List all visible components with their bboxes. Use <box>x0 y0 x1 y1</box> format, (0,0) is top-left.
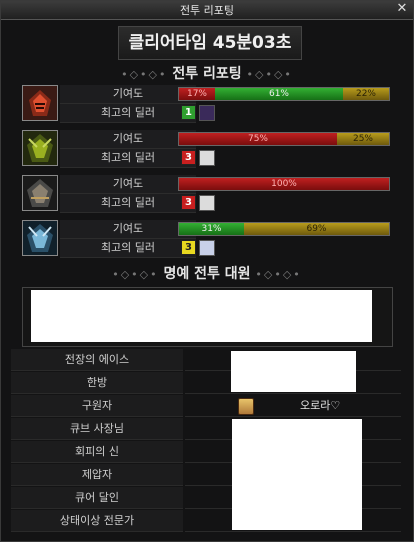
party-emblem-icon <box>22 85 58 121</box>
contribution-segment: 22% <box>343 88 389 100</box>
party-emblem-icon <box>22 220 58 256</box>
award-row: 구원자 오로라♡ <box>1 395 413 417</box>
award-name: 한방 <box>11 372 183 394</box>
contribution-segment: 61% <box>215 88 343 100</box>
dealer-avatar <box>199 105 215 121</box>
party-row-3: 기여도 최고의 딜러 100% 3 <box>22 175 395 213</box>
award-name: 제압자 <box>11 464 183 486</box>
report-title-text: 전투 리포팅 <box>172 66 242 82</box>
honor-title-text: 명예 전투 대원 <box>163 266 251 282</box>
best-dealer-label: 최고의 딜러 <box>60 104 196 123</box>
contribution-label: 기여도 <box>60 175 196 194</box>
award-name: 큐브 사장님 <box>11 418 183 440</box>
honor-section-title: •◇•◇• 명예 전투 대원 •◇•◇• <box>1 263 413 283</box>
dealer-rank-badge: 1 <box>181 105 196 120</box>
player-avatar <box>238 398 254 415</box>
contribution-label: 기여도 <box>60 220 196 239</box>
close-icon[interactable]: ✕ <box>395 1 409 17</box>
ornament-right-icon: •◇•◇• <box>246 68 293 81</box>
party-emblem-icon <box>22 130 58 166</box>
best-dealer-label: 최고의 딜러 <box>60 149 196 168</box>
dealer-avatar <box>199 150 215 166</box>
award-name: 구원자 <box>11 395 183 417</box>
ornament-right-icon: •◇•◇• <box>255 268 302 281</box>
player-name: 오로라♡ <box>300 399 341 412</box>
dealer-rank-badge: 3 <box>181 240 196 255</box>
award-name: 전장의 에이스 <box>11 349 183 371</box>
contribution-label: 기여도 <box>60 130 196 149</box>
contribution-bar: 100% <box>178 177 390 191</box>
contribution-segment: 100% <box>179 178 389 190</box>
contribution-label: 기여도 <box>60 85 196 104</box>
dealer-rank-badge: 3 <box>181 195 196 210</box>
honor-members-panel <box>22 287 393 347</box>
party-row-2: 기여도 최고의 딜러 75% 25% 3 <box>22 130 395 168</box>
report-section-title: •◇•◇• 전투 리포팅 •◇•◇• <box>1 63 413 83</box>
window-title: 전투 리포팅 <box>179 4 235 17</box>
contribution-segment: 69% <box>244 223 389 235</box>
battle-report-window: 전투 리포팅 ✕ 클리어타임 45분03초 •◇•◇• 전투 리포팅 •◇•◇•… <box>0 0 414 542</box>
dealer-avatar <box>199 195 215 211</box>
contribution-segment: 75% <box>179 133 337 145</box>
party-row-4: 기여도 최고의 딜러 31% 69% 3 <box>22 220 395 258</box>
ornament-left-icon: •◇•◇• <box>112 268 159 281</box>
contribution-bar: 31% 69% <box>178 222 390 236</box>
award-name: 상태이상 전문가 <box>11 510 183 532</box>
ornament-left-icon: •◇•◇• <box>121 68 168 81</box>
clear-time-banner: 클리어타임 45분03초 <box>118 26 302 60</box>
contribution-bar: 75% 25% <box>178 132 390 146</box>
award-name: 큐어 달인 <box>11 487 183 509</box>
contribution-segment: 17% <box>179 88 215 100</box>
contribution-segment: 25% <box>337 133 389 145</box>
redacted-area <box>31 290 372 342</box>
best-dealer-label: 최고의 딜러 <box>60 239 196 258</box>
best-dealer-label: 최고의 딜러 <box>60 194 196 213</box>
party-emblem-icon <box>22 175 58 211</box>
award-name: 회피의 신 <box>11 441 183 463</box>
redacted-area <box>232 419 362 530</box>
title-bar[interactable]: 전투 리포팅 ✕ <box>1 1 413 20</box>
contribution-segment: 31% <box>179 223 244 235</box>
contribution-bar: 17% 61% 22% <box>178 87 390 101</box>
party-row-1: 기여도 최고의 딜러 17% 61% 22% 1 <box>22 85 395 123</box>
award-value: 오로라♡ <box>185 395 401 417</box>
dealer-rank-badge: 3 <box>181 150 196 165</box>
redacted-area <box>231 351 356 392</box>
dealer-avatar <box>199 240 215 256</box>
